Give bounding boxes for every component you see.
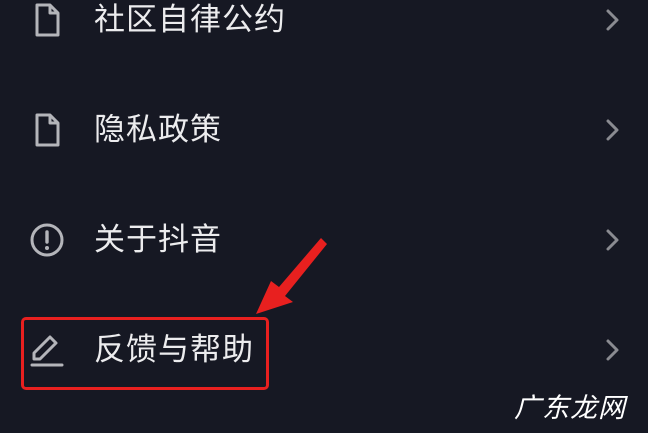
chevron-right-icon [606, 339, 619, 361]
document-icon [35, 113, 60, 147]
chevron-right-icon [606, 119, 619, 141]
watermark: 广东龙网 [514, 393, 626, 424]
menu-item-label: 社区自律公约 [94, 2, 286, 38]
pencil-icon [30, 335, 64, 367]
menu-item-privacy-policy[interactable]: 隐私政策 [0, 75, 648, 185]
info-circle-icon [30, 223, 64, 257]
menu-item-community-guidelines[interactable]: 社区自律公约 [0, 0, 648, 75]
menu-item-label: 隐私政策 [94, 112, 222, 148]
menu-item-label: 关于抖音 [94, 222, 222, 258]
menu-item-label: 反馈与帮助 [94, 332, 254, 368]
chevron-right-icon [606, 229, 619, 251]
document-icon [35, 3, 60, 37]
menu-item-about-douyin[interactable]: 关于抖音 [0, 185, 648, 295]
chevron-right-icon [606, 9, 619, 31]
